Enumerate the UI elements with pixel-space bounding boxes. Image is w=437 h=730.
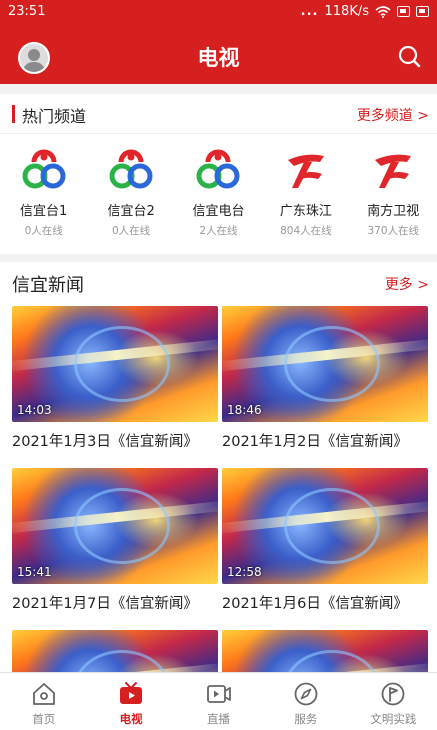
tab-home[interactable]: 首页: [0, 673, 87, 730]
xinyi-logo-icon: [196, 149, 240, 189]
more-news-link[interactable]: 更多 >: [385, 274, 429, 294]
video-thumbnail[interactable]: 14:03: [12, 306, 218, 422]
video-thumbnail[interactable]: 12:58: [222, 468, 428, 584]
video-title[interactable]: 2021年1月6日《信宜新闻》: [222, 592, 428, 613]
gdtv-logo-icon: [287, 154, 324, 188]
tab-service[interactable]: 服务: [262, 673, 349, 730]
video-duration: 12:58: [227, 565, 262, 579]
video-thumbnail[interactable]: 18:46: [222, 306, 428, 422]
page-title: 电视: [197, 46, 240, 70]
video-title[interactable]: 2021年1月3日《信宜新闻》: [12, 430, 218, 451]
status-icons: ... 118K/s: [301, 4, 429, 19]
compass-icon: [294, 682, 318, 706]
tv-icon: [120, 682, 143, 704]
tab-label: 电视: [119, 712, 143, 726]
channel-name: 信宜台1: [20, 204, 68, 219]
live-video-icon: [206, 685, 231, 703]
video-card[interactable]: [12, 630, 218, 672]
video-card[interactable]: 14:03 2021年1月3日《信宜新闻》: [12, 306, 218, 451]
home-icon: [32, 683, 55, 705]
battery-icon: [416, 6, 429, 17]
channel-name: 南方卫视: [367, 204, 420, 219]
video-thumbnail[interactable]: 15:41: [12, 468, 218, 584]
channel-online-count: 0人在线: [111, 225, 151, 237]
video-title[interactable]: 2021年1月7日《信宜新闻》: [12, 592, 218, 613]
channel-name: 广东珠江: [279, 204, 332, 219]
channel-item[interactable]: 南方卫视 370人在线: [350, 148, 437, 248]
channel-item[interactable]: 广东珠江 804人在线: [262, 148, 349, 248]
wifi-icon: [375, 5, 391, 18]
flag-icon: [381, 682, 405, 706]
tv-screen: 23:51 ... 118K/s 电视 热门频道 更多频道 > 信宜台1 0人在…: [0, 0, 437, 730]
top-bar: 23:51 ... 118K/s 电视: [0, 0, 437, 84]
video-title[interactable]: 2021年1月2日《信宜新闻》: [222, 430, 428, 451]
video-card[interactable]: 15:41 2021年1月7日《信宜新闻》: [12, 468, 218, 613]
tab-label: 直播: [207, 712, 231, 726]
sim-icon: [397, 6, 410, 17]
xinyi-logo-icon: [22, 149, 66, 189]
video-thumbnail[interactable]: [12, 630, 218, 672]
tab-live[interactable]: 直播: [175, 673, 262, 730]
video-card[interactable]: 12:58 2021年1月6日《信宜新闻》: [222, 468, 428, 613]
notification-dots: ...: [300, 4, 319, 19]
status-bar: 23:51 ... 118K/s: [0, 0, 437, 26]
search-icon[interactable]: [397, 44, 421, 68]
nav-bar: 电视: [0, 26, 437, 84]
video-duration: 15:41: [17, 565, 52, 579]
hot-channels-section: 热门频道 更多频道 > 信宜台1 0人在线 信宜台2 0人在线 信宜电台 2人在…: [0, 94, 437, 254]
video-card[interactable]: [222, 630, 428, 672]
channel-online-count: 804人在线: [280, 225, 332, 237]
channel-name: 信宜台2: [107, 204, 155, 219]
video-duration: 18:46: [227, 403, 262, 417]
status-time: 23:51: [8, 4, 46, 19]
more-channels-link[interactable]: 更多频道 >: [357, 105, 429, 125]
news-header: 信宜新闻 更多 >: [0, 262, 437, 302]
xinyi-logo-icon: [109, 149, 153, 189]
channel-name: 信宜电台: [192, 204, 245, 219]
channel-item[interactable]: 信宜电台 2人在线: [175, 148, 262, 248]
video-thumbnail[interactable]: [222, 630, 428, 672]
news-title: 信宜新闻: [12, 275, 84, 296]
channel-online-count: 0人在线: [24, 225, 63, 237]
section-accent-bar: [12, 105, 15, 123]
video-duration: 14:03: [17, 403, 52, 417]
hot-channels-title: 热门频道: [22, 107, 87, 126]
channel-online-count: 370人在线: [367, 225, 420, 237]
channel-item[interactable]: 信宜台1 0人在线: [0, 148, 87, 248]
hot-channels-header: 热门频道 更多频道 >: [0, 94, 437, 134]
channel-item[interactable]: 信宜台2 0人在线: [87, 148, 174, 248]
channel-online-count: 2人在线: [199, 225, 238, 237]
gdtv-logo-icon: [375, 154, 412, 188]
video-card[interactable]: 18:46 2021年1月2日《信宜新闻》: [222, 306, 428, 451]
tab-label: 服务: [294, 712, 318, 726]
news-section: 信宜新闻 更多 > 14:03 2021年1月3日《信宜新闻》 18:46 20…: [0, 262, 437, 672]
bottom-tab-bar: 首页 电视 直播 服务 文明实践: [0, 672, 437, 730]
tab-label: 文明实践: [370, 712, 417, 726]
tab-civilization[interactable]: 文明实践: [350, 673, 437, 730]
channel-list: 信宜台1 0人在线 信宜台2 0人在线 信宜电台 2人在线 广东珠江 804人在…: [0, 148, 437, 248]
tab-label: 首页: [32, 712, 56, 726]
tab-tv[interactable]: 电视: [87, 673, 174, 730]
network-speed: 118K/s: [324, 4, 370, 19]
